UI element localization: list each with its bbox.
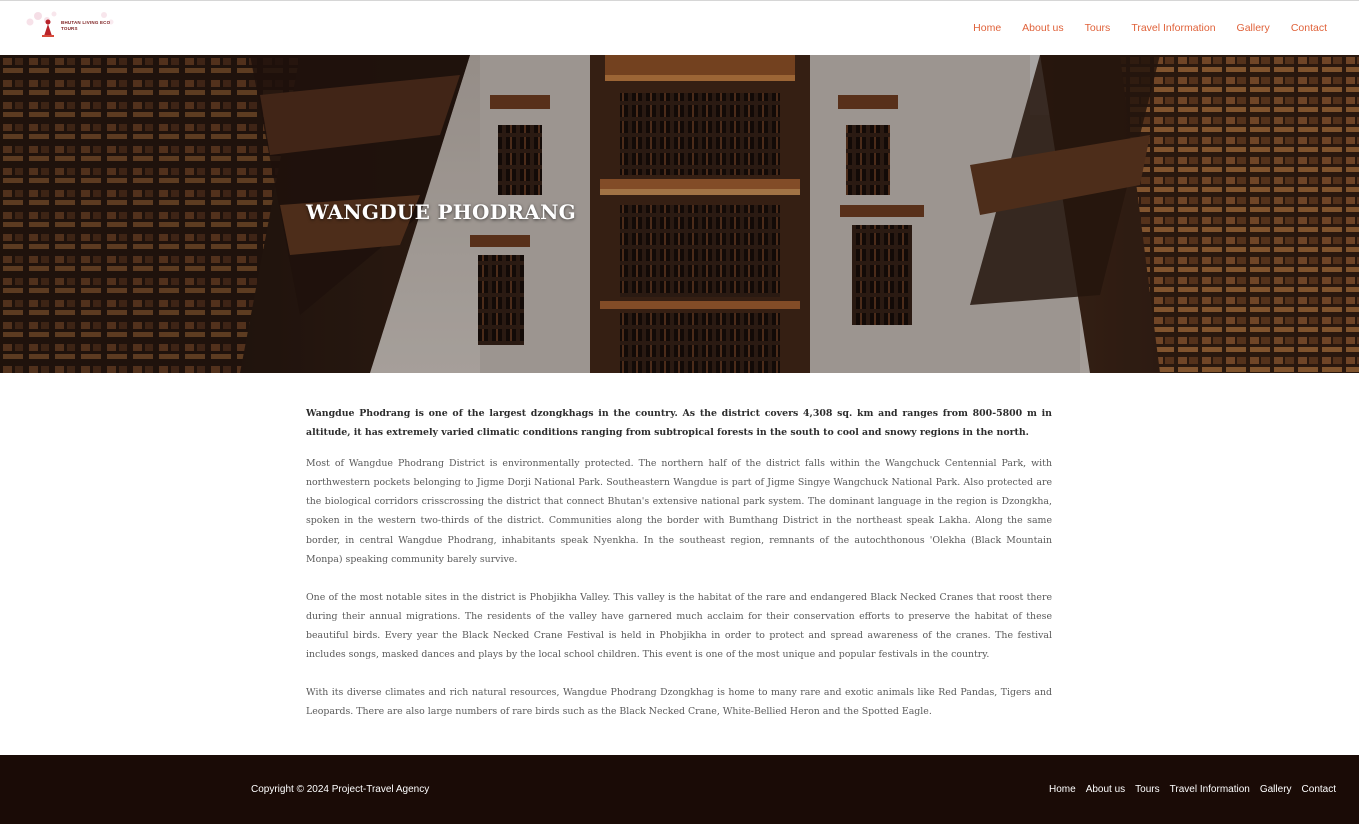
nav-about-us[interactable]: About us <box>1022 22 1063 34</box>
page-title: WANGDUE PHODRANG <box>306 200 577 224</box>
footer-nav-contact[interactable]: Contact <box>1302 784 1336 795</box>
footer-nav-home[interactable]: Home <box>1049 784 1076 795</box>
nav-tours[interactable]: Tours <box>1085 22 1111 34</box>
main-nav: Home About us Tours Travel Information G… <box>973 22 1327 34</box>
nav-contact[interactable]: Contact <box>1291 22 1327 34</box>
body-paragraph: Most of Wangdue Phodrang District is env… <box>306 458 1052 565</box>
lead-paragraph: Wangdue Phodrang is one of the largest d… <box>306 408 1052 439</box>
body-paragraph: One of the most notable sites in the dis… <box>306 591 1052 661</box>
footer-nav-about-us[interactable]: About us <box>1086 784 1125 795</box>
site-logo[interactable]: BHUTAN LIVING ECO TOURS <box>24 10 116 40</box>
body-paragraph: With its diverse climates and rich natur… <box>306 687 1052 718</box>
nav-gallery[interactable]: Gallery <box>1237 22 1270 34</box>
logo-text: BHUTAN LIVING ECO TOURS <box>61 20 111 31</box>
footer-nav-travel-information[interactable]: Travel Information <box>1170 784 1250 795</box>
footer-nav-tours[interactable]: Tours <box>1135 784 1159 795</box>
hero-image <box>0 55 1359 373</box>
site-header: BHUTAN LIVING ECO TOURS Home About us To… <box>0 0 1359 55</box>
article-content: Wangdue Phodrang is one of the largest d… <box>306 404 1052 740</box>
copyright-text: Copyright © 2024 Project-Travel Agency <box>251 784 430 795</box>
footer-nav-gallery[interactable]: Gallery <box>1260 784 1292 795</box>
nav-travel-information[interactable]: Travel Information <box>1131 22 1215 34</box>
nav-home[interactable]: Home <box>973 22 1001 34</box>
footer-nav: Home About us Tours Travel Information G… <box>1049 784 1336 795</box>
hero-banner: WANGDUE PHODRANG <box>0 55 1359 373</box>
site-footer: Copyright © 2024 Project-Travel Agency H… <box>0 755 1359 824</box>
